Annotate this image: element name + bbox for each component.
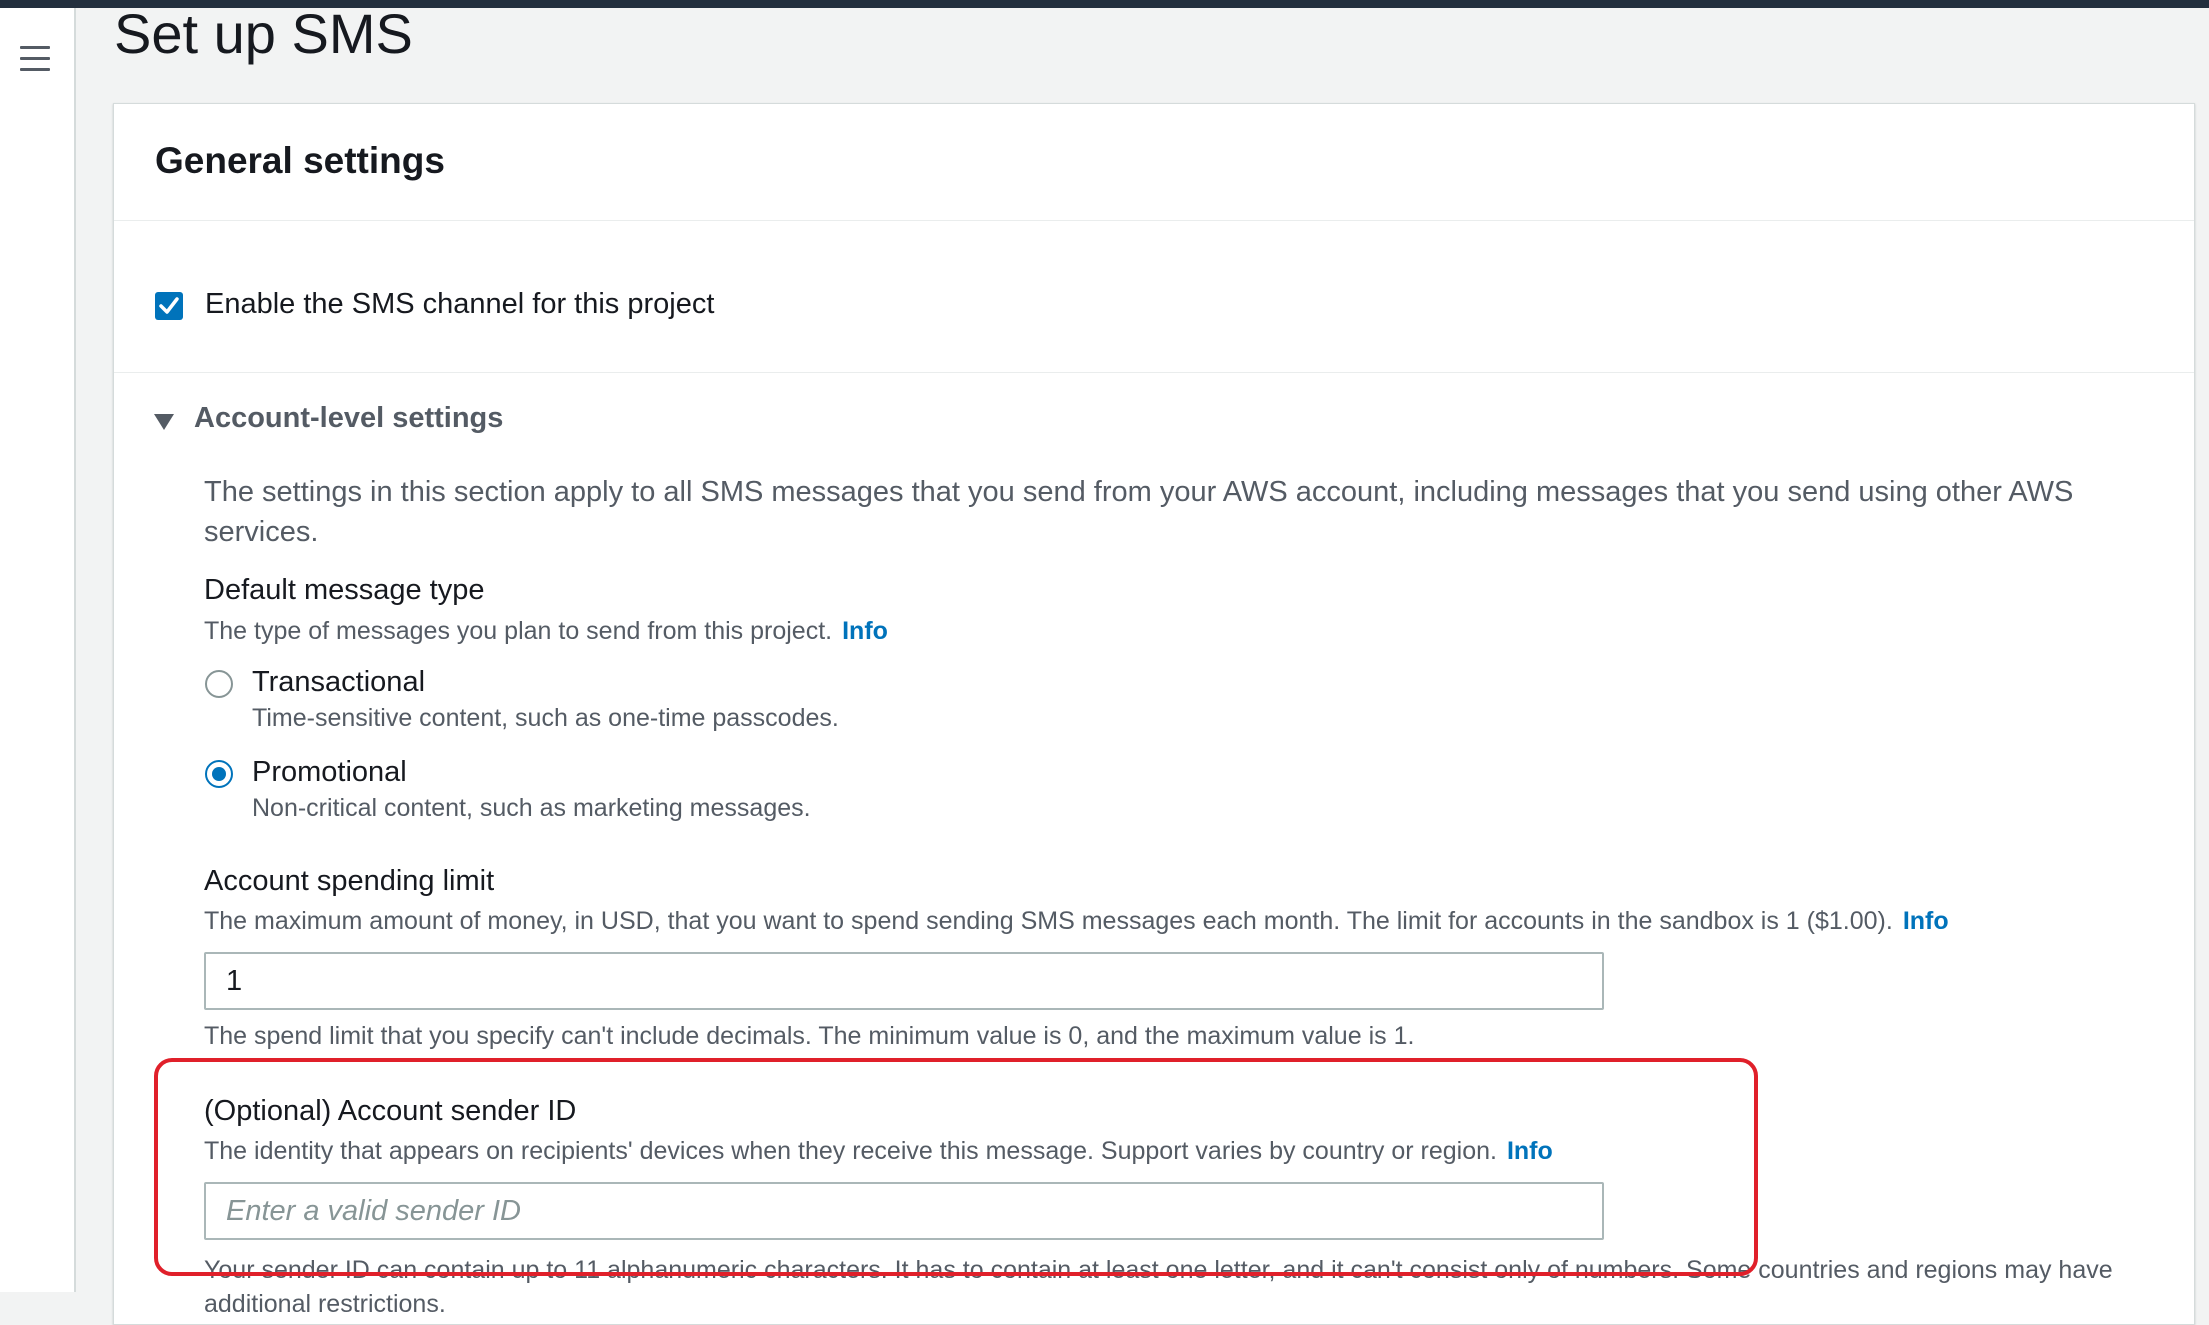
message-type-description-text: The type of messages you plan to send fr… (204, 617, 833, 645)
spending-limit-info-link[interactable]: Info (1903, 907, 1949, 935)
account-level-settings-toggle[interactable]: Account-level settings (154, 402, 754, 442)
spending-limit-description: The maximum amount of money, in USD, tha… (204, 907, 1949, 936)
radio-promotional-description: Non-critical content, such as marketing … (252, 794, 811, 822)
section-divider (114, 372, 2194, 373)
spending-limit-constraint: The spend limit that you specify can't i… (204, 1022, 1415, 1050)
account-section-description: The settings in this section apply to al… (204, 476, 2074, 548)
radio-transactional[interactable] (205, 670, 233, 698)
panel-header: General settings (114, 104, 2194, 221)
panel-title: General settings (155, 140, 445, 181)
radio-promotional-label[interactable]: Promotional (252, 756, 407, 789)
sender-id-description-text: The identity that appears on recipients'… (204, 1137, 1497, 1165)
menu-icon[interactable] (20, 46, 50, 72)
checkmark-icon (159, 297, 179, 314)
message-type-info-link[interactable]: Info (842, 617, 888, 645)
enable-sms-checkbox[interactable] (155, 292, 183, 320)
account-level-settings-label: Account-level settings (194, 402, 504, 434)
sender-id-input[interactable] (204, 1182, 1604, 1240)
spending-limit-label: Account spending limit (204, 865, 495, 897)
radio-transactional-description: Time-sensitive content, such as one-time… (252, 704, 839, 732)
side-navigation-rail (0, 8, 76, 1292)
sender-id-info-link[interactable]: Info (1507, 1137, 1553, 1165)
sender-id-label: (Optional) Account sender ID (204, 1095, 577, 1127)
sender-id-description: The identity that appears on recipients'… (204, 1137, 1553, 1166)
enable-sms-label[interactable]: Enable the SMS channel for this project (205, 288, 714, 321)
radio-promotional[interactable] (205, 760, 233, 788)
page-title: Set up SMS (114, 2, 413, 65)
spending-limit-description-text: The maximum amount of money, in USD, tha… (204, 907, 1893, 935)
spending-limit-input[interactable] (204, 952, 1604, 1010)
message-type-label: Default message type (204, 574, 485, 606)
sender-id-constraint: Your sender ID can contain up to 11 alph… (204, 1256, 2113, 1318)
enable-sms-row: Enable the SMS channel for this project (155, 284, 1555, 334)
radio-transactional-label[interactable]: Transactional (252, 666, 425, 699)
message-type-description: The type of messages you plan to send fr… (204, 617, 888, 646)
caret-down-icon (154, 414, 174, 430)
